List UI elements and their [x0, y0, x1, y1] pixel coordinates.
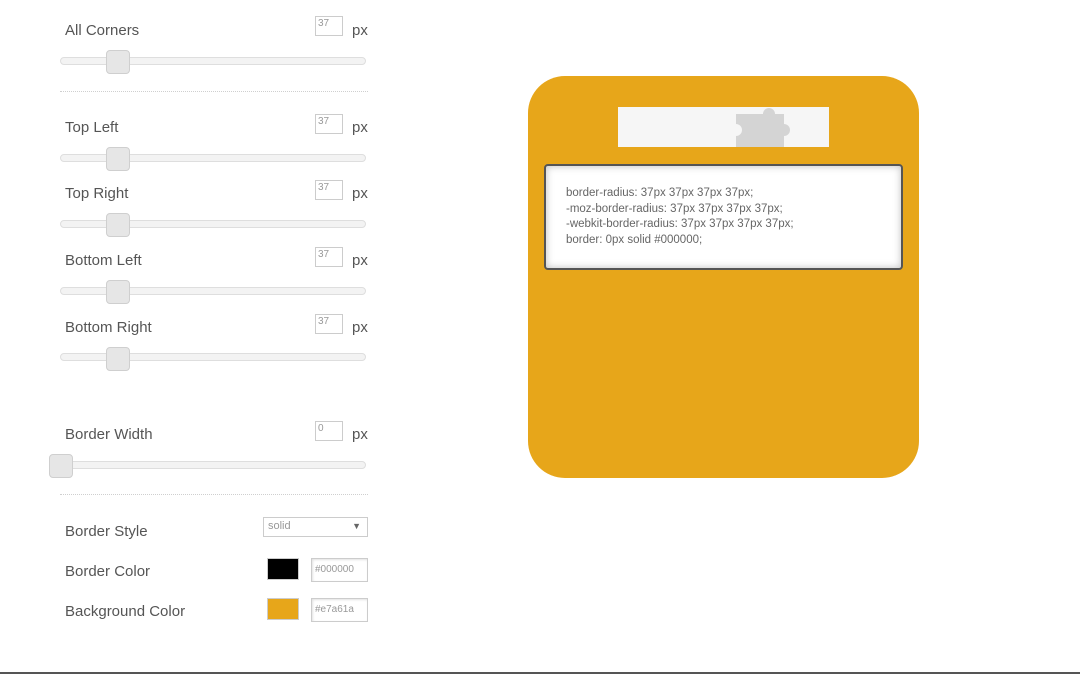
preview-box: border-radius: 37px 37px 37px 37px; -moz… — [528, 76, 919, 478]
top-left-label: Top Left — [65, 119, 119, 136]
bottom-left-unit: px — [352, 252, 368, 269]
bottom-left-slider-handle[interactable] — [106, 280, 130, 304]
puzzle-piece-icon — [736, 108, 790, 147]
top-right-input[interactable]: 37 — [315, 180, 343, 200]
bottom-right-slider-handle[interactable] — [106, 347, 130, 371]
divider — [60, 494, 368, 495]
all-corners-input[interactable]: 37 — [315, 16, 343, 36]
code-line-webkit-border-radius: -webkit-border-radius: 37px 37px 37px 37… — [566, 218, 794, 230]
top-left-input[interactable]: 37 — [315, 114, 343, 134]
border-color-swatch[interactable] — [267, 558, 299, 580]
bottom-right-label: Bottom Right — [65, 319, 152, 336]
border-width-input[interactable]: 0 — [315, 421, 343, 441]
background-color-swatch[interactable] — [267, 598, 299, 620]
top-left-unit: px — [352, 119, 368, 136]
border-color-input[interactable]: #000000 — [311, 558, 368, 582]
background-color-input[interactable]: #e7a61a — [311, 598, 368, 622]
code-line-border-radius: border-radius: 37px 37px 37px 37px; — [566, 187, 754, 199]
border-width-slider-handle[interactable] — [49, 454, 73, 478]
top-right-slider-handle[interactable] — [106, 213, 130, 237]
background-color-label: Background Color — [65, 603, 186, 620]
divider — [60, 91, 368, 92]
all-corners-unit: px — [352, 22, 368, 39]
border-width-slider-track[interactable] — [60, 461, 366, 469]
top-right-unit: px — [352, 185, 368, 202]
bottom-left-label: Bottom Left — [65, 252, 142, 269]
code-line-border: border: 0px solid #000000; — [566, 233, 703, 246]
all-corners-label: All Corners — [65, 22, 140, 39]
bottom-right-unit: px — [352, 319, 368, 336]
code-line-moz-border-radius: -moz-border-radius: 37px 37px 37px 37px; — [566, 202, 783, 215]
bottom-right-input[interactable]: 37 — [315, 314, 343, 334]
all-corners-slider-handle[interactable] — [106, 50, 130, 74]
border-width-label: Border Width — [65, 426, 153, 443]
ad-placeholder — [618, 107, 829, 147]
bottom-left-input[interactable]: 37 — [315, 247, 343, 267]
top-right-label: Top Right — [65, 185, 129, 202]
border-style-label: Border Style — [65, 523, 148, 540]
css-code-output[interactable]: border-radius: 37px 37px 37px 37px; -moz… — [544, 164, 903, 270]
border-style-selected-value: solid — [268, 520, 291, 532]
top-left-slider-handle[interactable] — [106, 147, 130, 171]
border-color-label: Border Color — [65, 563, 151, 580]
border-width-unit: px — [352, 426, 368, 443]
dropdown-arrow-icon: ▼ — [352, 521, 361, 531]
border-style-select[interactable]: solid ▼ — [263, 517, 368, 537]
